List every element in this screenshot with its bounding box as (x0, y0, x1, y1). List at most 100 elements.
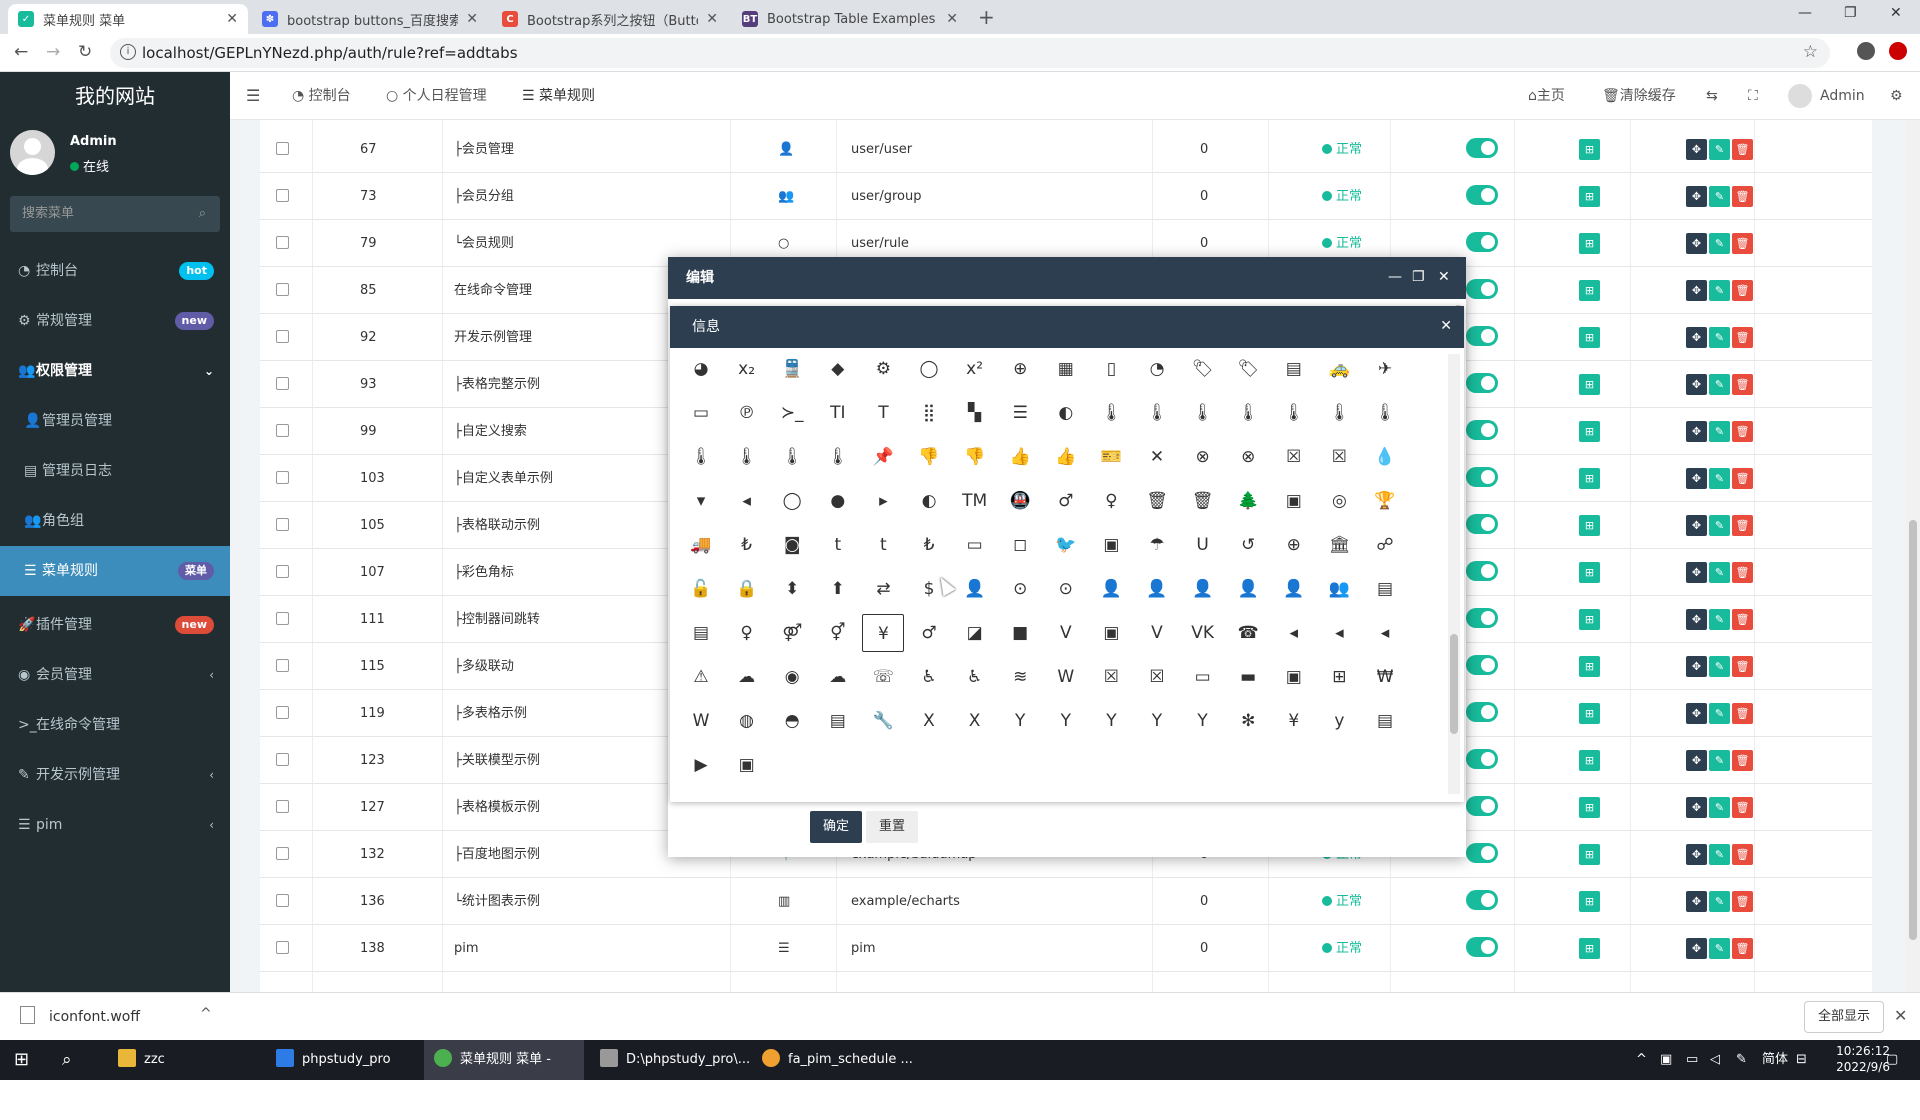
new-tab-icon[interactable]: + (978, 5, 995, 29)
delete-button[interactable]: 🗑 (1732, 468, 1753, 489)
taskbar-item[interactable]: D:\phpstudy_pro\... (590, 1040, 760, 1080)
icon-option[interactable]: ⣿ (908, 394, 950, 432)
chevron-up-icon[interactable]: ^ (200, 1006, 212, 1022)
icon-option[interactable]: 👤 (1090, 570, 1132, 608)
close-tab-icon[interactable]: ✕ (466, 11, 478, 27)
taskbar-item[interactable]: fa_pim_schedule ... (752, 1040, 923, 1080)
icon-option[interactable]: 📌 (862, 438, 904, 476)
edit-button[interactable]: ✎ (1709, 656, 1730, 677)
delete-button[interactable]: 🗑 (1732, 891, 1753, 912)
icon-option[interactable]: ■ (999, 614, 1041, 652)
icon-option[interactable]: 🗑 (1182, 482, 1224, 520)
ismenu-toggle[interactable] (1466, 749, 1498, 769)
ismenu-toggle[interactable] (1466, 467, 1498, 487)
icon-option[interactable]: 🏆 (1364, 482, 1406, 520)
tab-dashboard[interactable]: ◔ 控制台 (292, 72, 351, 120)
icon-option[interactable]: ◕ (680, 350, 722, 388)
sitemap-button[interactable]: ⊞ (1579, 562, 1600, 583)
sitemap-button[interactable]: ⊞ (1579, 609, 1600, 630)
icon-option[interactable]: ⇄ (862, 570, 904, 608)
icon-option[interactable]: ₩ (1364, 658, 1406, 696)
restore-window-icon[interactable]: ❐ (1844, 5, 1857, 21)
row-checkbox[interactable] (276, 142, 289, 155)
reload-icon[interactable]: ↻ (78, 42, 92, 62)
sitemap-button[interactable]: ⊞ (1579, 186, 1600, 207)
sidebar-item-example[interactable]: ✎ 开发示例管理 ‹ (0, 750, 230, 800)
icon-option[interactable]: ⚥ (817, 614, 859, 652)
sidebar-item-addon[interactable]: 🚀插件管理 new (0, 600, 230, 650)
icon-option[interactable]: ▣ (1090, 614, 1132, 652)
icon-option[interactable]: ◂ (1318, 614, 1360, 652)
windows-start-icon[interactable]: ⊞ (14, 1040, 29, 1080)
sidebar-item-group[interactable]: 👥角色组 (0, 496, 230, 546)
settings-icon[interactable]: ⚙ (1890, 72, 1903, 120)
icon-option[interactable]: ▣ (1273, 658, 1315, 696)
icon-option[interactable]: ▤ (1364, 702, 1406, 740)
edit-button[interactable]: ✎ (1709, 468, 1730, 489)
sitemap-button[interactable]: ⊞ (1579, 703, 1600, 724)
sitemap-button[interactable]: ⊞ (1579, 139, 1600, 160)
drag-sort-button[interactable]: ✥ (1686, 327, 1707, 348)
icon-option[interactable]: ◍ (726, 702, 768, 740)
drag-sort-button[interactable]: ✥ (1686, 280, 1707, 301)
home-link[interactable]: ⌂主页 (1528, 72, 1565, 120)
row-checkbox[interactable] (276, 706, 289, 719)
icon-option[interactable]: ▤ (817, 702, 859, 740)
row-checkbox[interactable] (276, 612, 289, 625)
download-item[interactable]: iconfont.woff (20, 1006, 140, 1025)
icon-option[interactable]: ⚠ (680, 658, 722, 696)
sitemap-button[interactable]: ⊞ (1579, 656, 1600, 677)
fullscreen-icon[interactable]: ⛶ (1748, 72, 1758, 120)
edit-button[interactable]: ✎ (1709, 233, 1730, 254)
icon-option[interactable]: 🚇 (999, 482, 1041, 520)
icon-option[interactable]: 🌡 (817, 438, 859, 476)
notification-icon[interactable]: ▢ (1886, 1040, 1898, 1080)
icon-option[interactable]: x₂ (726, 350, 768, 388)
icon-option[interactable]: ◉ (771, 658, 813, 696)
extension-icon[interactable] (1889, 42, 1907, 60)
icon-option[interactable]: 🌡 (1273, 394, 1315, 432)
scrollbar-thumb[interactable] (1909, 520, 1917, 940)
close-tab-icon[interactable]: ✕ (946, 11, 958, 27)
icon-option[interactable]: 🌡 (1227, 394, 1269, 432)
address-bar[interactable]: i localhost/GEPLnYNezd.php/auth/rule?ref… (110, 38, 1830, 68)
icon-option[interactable]: ☁ (726, 658, 768, 696)
icon-option[interactable]: 🌡 (1090, 394, 1132, 432)
icon-option[interactable]: ▭ (954, 526, 996, 564)
close-tab-icon[interactable]: ✕ (226, 11, 238, 27)
sitemap-button[interactable]: ⊞ (1579, 468, 1600, 489)
icon-option[interactable]: TI (817, 394, 859, 432)
delete-button[interactable]: 🗑 (1732, 280, 1753, 301)
row-checkbox[interactable] (276, 894, 289, 907)
row-checkbox[interactable] (276, 424, 289, 437)
language-icon[interactable]: ⇆ (1706, 72, 1718, 120)
row-checkbox[interactable] (276, 471, 289, 484)
icon-option[interactable]: 🚆 (771, 350, 813, 388)
tray-volume-icon[interactable]: ◁ (1710, 1040, 1720, 1080)
row-checkbox[interactable] (276, 236, 289, 249)
icon-option[interactable]: ◐ (908, 482, 950, 520)
icon-option[interactable]: 🌡 (1182, 394, 1224, 432)
menu-search-input[interactable]: 搜索菜单 ⌕ (10, 196, 220, 232)
close-icon[interactable]: ✕ (1440, 318, 1452, 334)
ismenu-toggle[interactable] (1466, 655, 1498, 675)
delete-button[interactable]: 🗑 (1732, 656, 1753, 677)
taskbar-clock[interactable]: 10:26:12 2022/9/6 (1836, 1043, 1890, 1075)
drag-sort-button[interactable]: ✥ (1686, 562, 1707, 583)
icon-option[interactable]: V (1136, 614, 1178, 652)
delete-button[interactable]: 🗑 (1732, 844, 1753, 865)
drag-sort-button[interactable]: ✥ (1686, 703, 1707, 724)
icon-option[interactable]: 🗑 (1136, 482, 1178, 520)
delete-button[interactable]: 🗑 (1732, 139, 1753, 160)
edit-button[interactable]: ✎ (1709, 186, 1730, 207)
icon-option[interactable]: ⚤ (771, 614, 813, 652)
tab-rule[interactable]: ☰ 菜单规则 (522, 72, 595, 120)
icon-option[interactable]: 👍 (1045, 438, 1087, 476)
site-logo[interactable]: 我的网站 (0, 72, 230, 120)
browser-tab[interactable]: ✓ 菜单规则 菜单 ✕ (8, 4, 248, 34)
icon-option[interactable]: 🏷 (1182, 350, 1224, 388)
sidebar-item-dashboard[interactable]: ◔ 控制台 hot (0, 246, 230, 296)
icon-option[interactable]: X (954, 702, 996, 740)
icon-option[interactable]: VK (1182, 614, 1224, 652)
icon-option[interactable]: ☎ (1227, 614, 1269, 652)
